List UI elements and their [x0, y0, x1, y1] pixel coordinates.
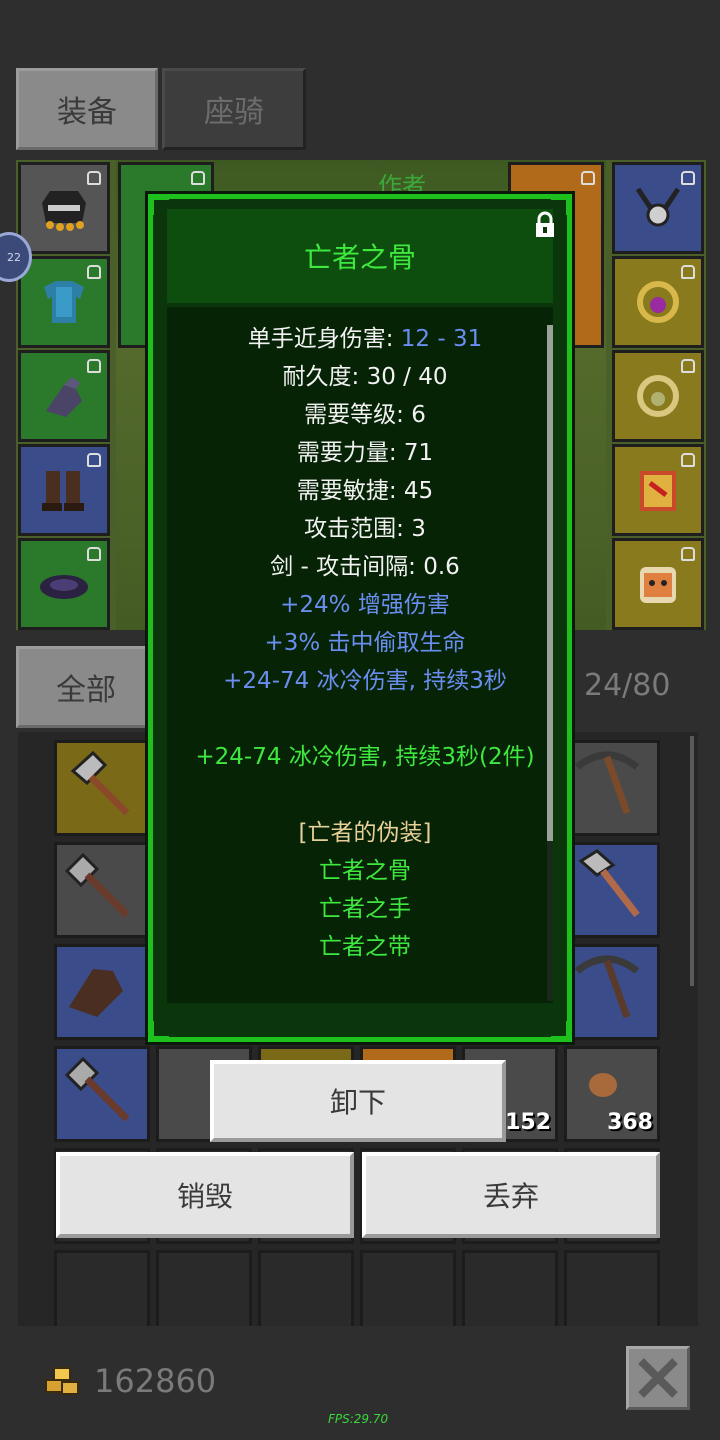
- set-bonus: +24-74 冰冷伤害, 持续3秒(2件): [195, 744, 535, 770]
- lock-icon: [681, 547, 695, 561]
- close-icon: [638, 1358, 678, 1398]
- lock-icon: [581, 171, 595, 185]
- lock-icon: [681, 453, 695, 467]
- stat-required-strength: 需要力量: 71: [296, 440, 434, 466]
- equip-slot-scroll[interactable]: [612, 538, 704, 630]
- stack-count: 368: [607, 1110, 653, 1135]
- close-button[interactable]: [626, 1346, 690, 1410]
- amulet-icon: [635, 187, 681, 227]
- stat-attack-interval: 剑 - 攻击间隔: 0.6: [270, 554, 460, 580]
- bottom-bar: 162860 FPS:29.70: [0, 1326, 720, 1440]
- set-item: 亡者之骨: [319, 858, 411, 884]
- affix-cold-damage: +24-74 冰冷伤害, 持续3秒: [223, 668, 507, 694]
- set-item: 亡者之带: [319, 934, 411, 960]
- inventory-slot[interactable]: [54, 842, 150, 938]
- gloves-icon: [69, 969, 123, 1017]
- boots-icon: [42, 471, 84, 511]
- inventory-slot[interactable]: 368: [564, 1046, 660, 1142]
- lock-icon: [87, 547, 101, 561]
- inventory-slot[interactable]: [54, 944, 150, 1040]
- axe-icon: [64, 852, 130, 918]
- inventory-scrollbar[interactable]: [690, 736, 694, 986]
- scroll-icon: [640, 567, 676, 603]
- inventory-slot[interactable]: [54, 1046, 150, 1142]
- affix-enhanced-damage: +24% 增强伤害: [280, 592, 450, 618]
- lock-icon: [87, 265, 101, 279]
- axe-icon: [64, 1056, 130, 1122]
- fps-counter: FPS:29.70: [328, 1412, 389, 1426]
- side-badge-label: 22: [7, 250, 21, 264]
- tooltip-body: 单手近身伤害: 12 - 31 耐久度: 30 / 40 需要等级: 6 需要力…: [167, 307, 553, 1003]
- pickaxe-icon: [574, 955, 640, 1019]
- gloves-icon: [46, 377, 82, 417]
- lock-icon: [87, 171, 101, 185]
- equip-slot-amulet[interactable]: [612, 162, 704, 254]
- equip-slot-gloves[interactable]: [18, 350, 110, 442]
- stack-count: 152: [505, 1110, 551, 1135]
- ring-icon: [637, 281, 679, 323]
- axe-icon: [70, 750, 130, 816]
- axe-icon: [578, 849, 640, 918]
- equip-slot-book[interactable]: [612, 444, 704, 536]
- stat-damage: 单手近身伤害: 12 - 31: [167, 319, 563, 353]
- stat-damage-value: 12 - 31: [400, 326, 483, 352]
- equip-slot-ring-1[interactable]: [612, 256, 704, 348]
- inventory-slot[interactable]: [564, 944, 660, 1040]
- item-tooltip: 亡者之骨 单手近身伤害: 12 - 31 耐久度: 30 / 40 需要等级: …: [148, 194, 572, 1042]
- stat-required-level: 需要等级: 6: [304, 402, 426, 428]
- stat-durability: 耐久度: 30 / 40: [282, 364, 448, 390]
- set-item: 亡者之手: [319, 896, 411, 922]
- stat-damage-label: 单手近身伤害:: [247, 326, 401, 352]
- pickaxe-icon: [574, 751, 640, 815]
- equip-slot-belt[interactable]: [18, 538, 110, 630]
- inventory-count: 24/80: [584, 668, 671, 703]
- lock-icon: [87, 453, 101, 467]
- set-name: [亡者的伪装]: [298, 820, 432, 846]
- tab-mount[interactable]: 座骑: [162, 68, 306, 150]
- tooltip-scrollbar[interactable]: [547, 325, 553, 1001]
- tooltip-corner: [151, 1021, 169, 1039]
- tab-equipment[interactable]: 装备: [16, 68, 158, 150]
- lock-icon: [87, 359, 101, 373]
- affix-life-steal: +3% 击中偷取生命: [264, 630, 466, 656]
- inventory-slot[interactable]: [54, 740, 150, 836]
- inventory-slot[interactable]: [564, 740, 660, 836]
- inventory-slot[interactable]: [564, 842, 660, 938]
- lock-icon: [191, 171, 205, 185]
- lock-icon: [681, 265, 695, 279]
- gold-icon: [45, 1367, 79, 1395]
- unequip-button[interactable]: 卸下: [210, 1060, 506, 1142]
- equip-slot-boots[interactable]: [18, 444, 110, 536]
- stat-attack-range: 攻击范围: 3: [304, 516, 426, 542]
- tooltip-corner: [551, 1021, 569, 1039]
- item-title: 亡者之骨: [167, 209, 553, 303]
- lock-icon: [681, 171, 695, 185]
- spellbook-icon: [640, 471, 676, 511]
- ring-icon: [637, 375, 679, 417]
- inventory-filter-all[interactable]: 全部: [16, 646, 156, 728]
- stat-required-dexterity: 需要敏捷: 45: [296, 478, 434, 504]
- tooltip-scrollbar-thumb[interactable]: [547, 325, 553, 841]
- lock-icon: [681, 359, 695, 373]
- equip-slot-armor[interactable]: [18, 256, 110, 348]
- armor-icon: [44, 281, 84, 323]
- destroy-button[interactable]: 销毁: [56, 1152, 354, 1238]
- equip-slot-ring-2[interactable]: [612, 350, 704, 442]
- drop-button[interactable]: 丢弃: [362, 1152, 660, 1238]
- gold-amount: 162860: [94, 1362, 217, 1400]
- belt-icon: [40, 575, 88, 599]
- lock-icon[interactable]: [533, 211, 557, 239]
- helmet-icon: [42, 191, 86, 231]
- equip-slot-helmet[interactable]: [18, 162, 110, 254]
